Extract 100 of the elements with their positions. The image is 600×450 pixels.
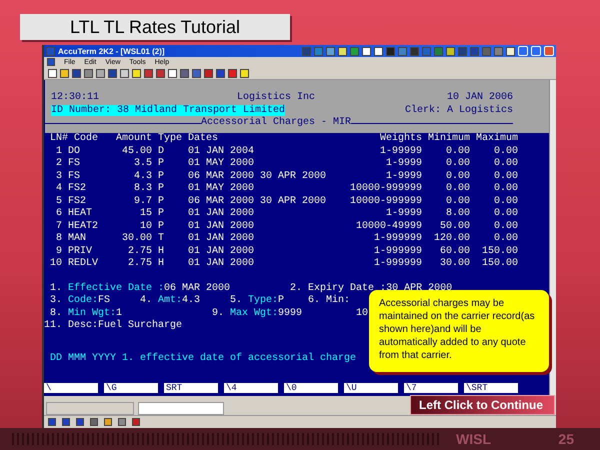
table-cell-text: 0.00 xyxy=(492,233,518,246)
table-cell-text: 50.00 xyxy=(438,220,470,233)
help-line: DD MMM YYYY 1. effective date of accessorial charge xyxy=(50,352,356,364)
table-cell-text: 10 xyxy=(138,220,152,233)
table-cell-text: 10 xyxy=(48,258,62,270)
table-cell-text: H xyxy=(158,258,166,270)
table-cell-text: 0.00 xyxy=(492,220,518,233)
callout: Accessorial charges may be maintained on the carrier record(as shown here)and will be automatically added to any quote from that carrier. xyxy=(369,290,549,372)
table-cell-text: 06 MAR 2000 xyxy=(188,170,256,183)
table-cell-text: FS2 xyxy=(68,196,88,208)
table-cell-text: MAN xyxy=(68,233,88,246)
function-key-field[interactable]: \G xyxy=(104,383,158,393)
column-header: Maximum xyxy=(475,133,518,146)
field-value[interactable]: 1 xyxy=(116,308,122,318)
table-cell-text: 0.00 xyxy=(492,158,518,170)
table-cell-text: 10000-999999 xyxy=(348,183,422,196)
field-label: Min: xyxy=(326,295,350,306)
table-cell-text: 4.3 xyxy=(132,170,152,183)
table-cell-text: FS xyxy=(68,170,82,183)
field-value[interactable]: Fuel Surcharge xyxy=(98,320,182,331)
field-value[interactable]: FS xyxy=(98,295,110,306)
column-header: Dates xyxy=(188,133,220,146)
table-cell-text: HEAT xyxy=(68,208,94,220)
table-cell-text: HEAT2 xyxy=(68,220,100,233)
column-header: Type xyxy=(158,133,184,146)
table-cell-text: 0.00 xyxy=(492,183,518,196)
close-button[interactable] xyxy=(544,46,554,56)
table-cell-text: 0.00 xyxy=(492,170,518,183)
function-key-field[interactable]: \0 xyxy=(284,383,338,393)
function-key-field[interactable]: \U xyxy=(344,383,398,393)
table-cell-text: 9.7 xyxy=(132,196,152,208)
table-cell-text: 01 JAN 2000 xyxy=(188,258,256,270)
field-number: 2. xyxy=(290,282,304,294)
field-value[interactable]: 9999 xyxy=(278,308,302,318)
column-header: Amount xyxy=(114,133,152,146)
field-label: Amt: xyxy=(158,295,182,306)
table-cell-text: 1-999999 xyxy=(372,246,422,258)
table-cell-text: 45.00 xyxy=(120,146,152,158)
table-cell-text: 2.75 xyxy=(126,258,152,270)
table-cell-text: 30.00 xyxy=(438,258,470,270)
table-cell-text: 1-999999 xyxy=(372,233,422,246)
scroll-bar[interactable] xyxy=(549,80,556,396)
field-label: Max Wgt: xyxy=(230,308,278,318)
table-cell-text: 10000-999999 xyxy=(348,196,422,208)
function-key-field[interactable]: SRT xyxy=(164,383,218,393)
table-cell-text: 0.00 xyxy=(492,208,518,220)
continue-button[interactable]: Left Click to Continue xyxy=(410,395,555,415)
table-cell-text: 2.75 xyxy=(126,246,152,258)
company-name: Logistics Inc xyxy=(237,92,316,104)
table-cell-text: T xyxy=(158,233,166,246)
table-cell-text: P xyxy=(158,208,166,220)
column-header: Code xyxy=(74,133,100,146)
field-label: Effective Date : xyxy=(68,282,164,294)
field-label: Type: xyxy=(248,295,278,306)
screen-title: Accessorial Charges - MIR xyxy=(201,117,352,130)
column-header: LN# xyxy=(48,133,68,146)
minimize-button[interactable] xyxy=(518,46,528,56)
screen-date: 10 JAN 2006 xyxy=(447,92,514,104)
field-label: Desc: xyxy=(68,320,98,331)
table-cell-text: 8.3 xyxy=(132,183,152,196)
function-key-field[interactable]: \ xyxy=(44,383,98,393)
table-cell-text: REDLV xyxy=(68,258,100,270)
table-cell-text: 8 xyxy=(54,233,62,246)
table-cell-text: 150.00 xyxy=(480,246,518,258)
table-cell-text: 15 xyxy=(138,208,152,220)
table-cell-text: 10000-49999 xyxy=(354,220,422,233)
table-cell-text: 8.00 xyxy=(444,208,470,220)
table-cell-text: P xyxy=(158,183,166,196)
field-number: 11. xyxy=(44,320,64,331)
table-cell-text: 01 JAN 2000 xyxy=(188,220,256,233)
id-number: ID Number: 38 Midland Transport Limited xyxy=(51,104,286,116)
table-cell-text: PRIV xyxy=(68,246,94,258)
field-value[interactable]: 4.3 xyxy=(182,295,200,306)
table-cell-text: 3.5 xyxy=(132,158,152,170)
table-cell-text: 9 xyxy=(54,246,62,258)
function-key-field[interactable]: \4 xyxy=(224,383,278,393)
table-cell-text: 01 JAN 2000 xyxy=(188,246,256,258)
table-cell: 30 APR 2000 xyxy=(260,170,326,182)
table-cell-text: H xyxy=(158,246,166,258)
table-cell-text: P xyxy=(158,170,166,183)
field-value[interactable]: P xyxy=(278,295,284,306)
table-cell-text: 60.00 xyxy=(438,246,470,258)
table-cell-text: 01 JAN 2004 xyxy=(188,146,256,158)
table-cell-text: 0.00 xyxy=(492,146,518,158)
field-label: Code: xyxy=(68,295,98,306)
function-key-field[interactable]: \SRT xyxy=(464,383,518,393)
table-cell-text: 01 MAY 2000 xyxy=(188,183,256,196)
table-cell-text: DO xyxy=(68,146,82,158)
maximize-button[interactable] xyxy=(531,46,541,56)
table-cell: 30 APR 2000 xyxy=(260,196,326,206)
table-cell-text: 1-99999 xyxy=(378,146,422,158)
table-cell-text: 1 xyxy=(54,146,62,158)
field-value[interactable]: 06 MAR 2000 xyxy=(164,282,230,294)
function-key-field[interactable]: \7 xyxy=(404,383,458,393)
document-tab[interactable] xyxy=(138,402,224,415)
field-number: 8. xyxy=(50,308,64,318)
slide-title: LTL TL Rates Tutorial xyxy=(20,14,290,40)
table-cell-text: P xyxy=(158,158,166,170)
field-label: Min Wgt: xyxy=(68,308,116,318)
clock-time: 12:30:11 xyxy=(51,92,100,104)
